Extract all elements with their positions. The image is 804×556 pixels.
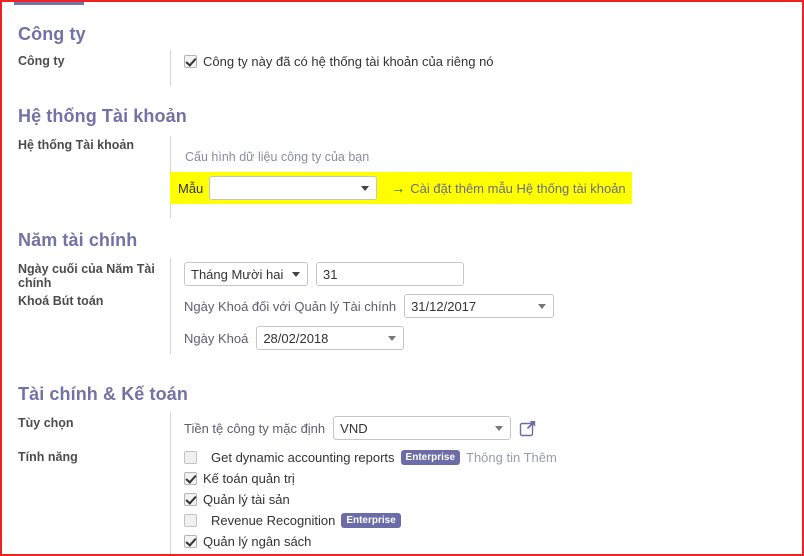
more-info-link[interactable]: Thông tin Thêm <box>466 450 557 465</box>
arrow-right-icon: → <box>391 180 406 196</box>
row-fiscal-year-end: Ngày cuối của Năm Tài chính Tháng Mười h… <box>2 262 802 290</box>
label-lock-date-management: Ngày Khoá đối với Quản lý Tài chính <box>184 298 397 314</box>
feature-item[interactable]: Revenue Recognition Enterprise <box>184 513 802 528</box>
field-entry-lock: Ngày Khoá đối với Quản lý Tài chính 31/1… <box>170 294 802 358</box>
label-fiscal-year-end-date: Ngày cuối của Năm Tài chính <box>18 262 155 290</box>
row-company: Công ty Công ty này đã có hệ thống tài k… <box>2 54 802 69</box>
label-entry-lock: Khoá Bút toán <box>18 294 104 308</box>
default-currency-select-wrapper[interactable]: VND <box>333 416 512 440</box>
template-select-wrapper[interactable] <box>209 176 378 200</box>
select-lock-date-management[interactable]: 31/12/2017 <box>404 294 555 318</box>
label-company: Công ty <box>18 54 65 68</box>
label-default-company-currency: Tiền tệ công ty mặc định <box>184 420 326 436</box>
lock-date-row: Ngày Khoá 28/02/2018 <box>184 326 802 350</box>
link-install-more-coa-templates-label: Cài đặt thêm mẫu Hệ thống tài khoản <box>410 180 626 196</box>
label-chart-of-accounts: Hệ thống Tài khoản <box>18 138 134 152</box>
feature-item[interactable]: Quản lý ngân sách <box>184 534 802 549</box>
checkbox-company-has-own-coa-label: Công ty này đã có hệ thống tài khoản của… <box>203 54 494 69</box>
checkbox-icon[interactable] <box>184 535 197 548</box>
label-features: Tính năng <box>18 450 78 464</box>
link-install-more-coa-templates[interactable]: → Cài đặt thêm mẫu Hệ thống tài khoản <box>391 180 625 196</box>
select-chart-of-accounts-template[interactable] <box>209 176 378 200</box>
label-options: Tùy chọn <box>18 416 74 430</box>
section-title-finance-accounting: Tài chính & Kế toán <box>18 384 188 404</box>
settings-content: Công ty Công ty Công ty này đã có hệ thố… <box>2 6 802 554</box>
default-currency-row: Tiền tệ công ty mặc định VND <box>184 416 802 440</box>
fiscal-year-month-select-wrapper[interactable]: Tháng Mười hai <box>184 262 308 286</box>
label-template: Mẫu <box>178 180 204 196</box>
row-entry-lock: Khoá Bút toán Ngày Khoá đối với Quản lý … <box>2 294 802 358</box>
feature-item-label: Get dynamic accounting reports <box>211 450 395 465</box>
enterprise-badge: Enterprise <box>341 513 401 528</box>
select-fiscal-year-end-month[interactable]: Tháng Mười hai <box>184 262 308 286</box>
section-title-fiscal-year: Năm tài chính <box>18 230 138 250</box>
field-features: Get dynamic accounting reports Enterprise… <box>170 450 802 554</box>
row-options: Tùy chọn Tiền tệ công ty mặc định VND <box>2 416 802 440</box>
feature-item[interactable]: Kế toán quản trị <box>184 471 802 486</box>
chart-of-accounts-template-row: Mẫu → Cài đặt thêm mẫu Hệ thống tài khoả… <box>170 172 632 204</box>
field-options: Tiền tệ công ty mặc định VND <box>170 416 802 440</box>
feature-item[interactable]: Get dynamic accounting reports Enterprise… <box>184 450 802 465</box>
section-title-company: Công ty <box>18 24 86 44</box>
enterprise-badge: Enterprise <box>400 450 461 465</box>
select-lock-date[interactable]: 28/02/2018 <box>256 326 405 350</box>
input-fiscal-year-end-day[interactable] <box>316 262 464 286</box>
field-fiscal-year-end-date: Tháng Mười hai <box>170 262 802 290</box>
external-link-icon[interactable] <box>519 419 537 437</box>
fiscal-year-end-inputs: Tháng Mười hai <box>184 262 802 286</box>
hint-company-data-setup: Cấu hình dữ liệu công ty của bạn <box>185 150 370 164</box>
checkbox-icon[interactable] <box>184 514 197 527</box>
lock-date-management-select-wrapper[interactable]: 31/12/2017 <box>404 294 555 318</box>
feature-item[interactable]: Quản lý tài sản <box>184 492 802 507</box>
settings-page: Công ty Công ty Công ty này đã có hệ thố… <box>0 0 804 556</box>
section-title-chart-of-accounts: Hệ thống Tài khoản <box>18 106 187 126</box>
feature-item-label: Revenue Recognition <box>211 513 336 528</box>
lock-date-select-wrapper[interactable]: 28/02/2018 <box>256 326 405 350</box>
row-chart-of-accounts: Hệ thống Tài khoản <box>2 138 802 152</box>
page-loading-progress-bar <box>14 2 84 5</box>
checkbox-icon[interactable] <box>184 55 197 68</box>
checkbox-icon[interactable] <box>184 451 197 464</box>
checkbox-icon[interactable] <box>184 493 197 506</box>
feature-item-label: Kế toán quản trị <box>203 471 295 486</box>
label-lock-date: Ngày Khoá <box>184 330 249 346</box>
feature-item-label: Quản lý ngân sách <box>203 534 312 549</box>
lock-date-for-management-row: Ngày Khoá đối với Quản lý Tài chính 31/1… <box>184 294 802 318</box>
feature-checkbox-list: Get dynamic accounting reports Enterprise… <box>184 450 802 549</box>
checkbox-company-has-own-coa[interactable]: Công ty này đã có hệ thống tài khoản của… <box>184 54 802 69</box>
feature-item-label: Quản lý tài sản <box>203 492 290 507</box>
checkbox-icon[interactable] <box>184 472 197 485</box>
row-features: Tính năng Get dynamic accounting reports… <box>2 450 802 554</box>
select-default-company-currency[interactable]: VND <box>333 416 512 440</box>
field-company: Công ty này đã có hệ thống tài khoản của… <box>170 54 802 69</box>
